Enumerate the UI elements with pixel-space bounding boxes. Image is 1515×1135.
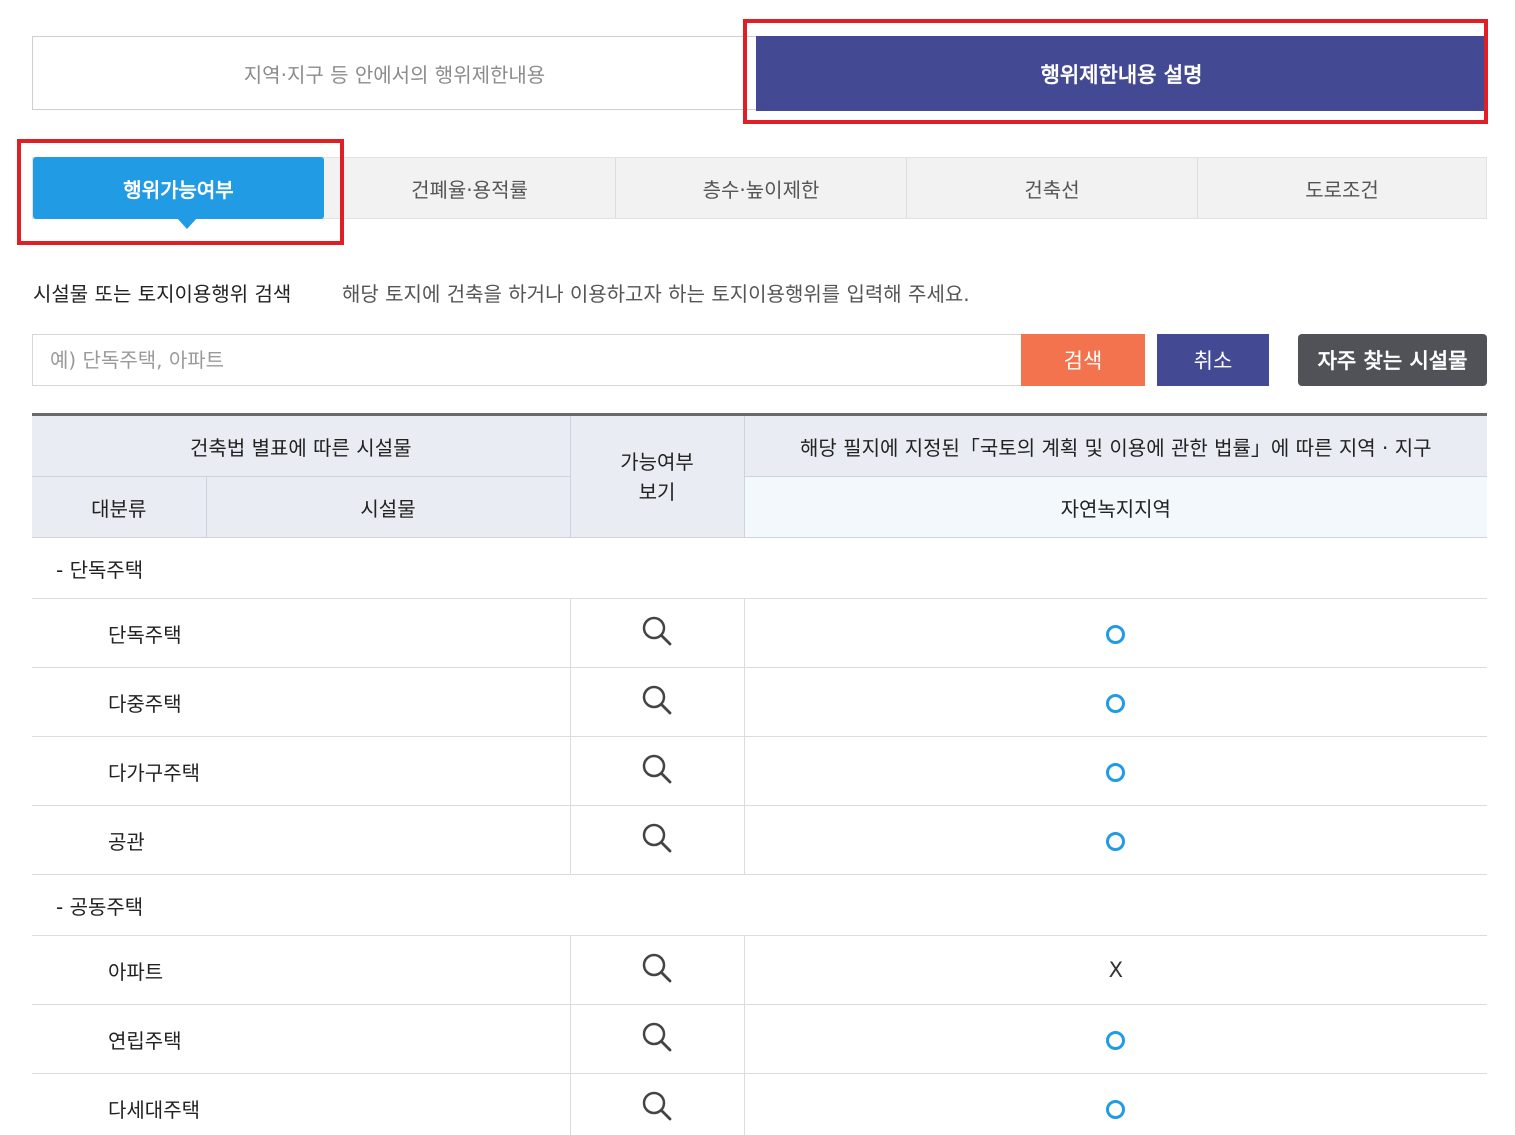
search-button[interactable]: 검색 xyxy=(1021,334,1145,386)
sub-tab-height-limit[interactable]: 층수·높이제한 xyxy=(615,158,906,218)
possible-circle-icon xyxy=(1106,832,1126,851)
view-cell[interactable] xyxy=(569,736,745,806)
header-zone: 해당 필지에 지정된「국토의 계획 및 이용에 관한 법률」에 따른 지역 · … xyxy=(743,413,1488,477)
magnifier-icon[interactable] xyxy=(641,615,673,652)
view-cell[interactable] xyxy=(569,667,745,737)
facility-name: 공관 xyxy=(32,805,571,875)
header-possible-view: 가능여부 보기 xyxy=(569,413,745,538)
facility-name: 단독주택 xyxy=(32,598,571,668)
table-row: 단독주택 xyxy=(32,598,1488,668)
possible-circle-icon xyxy=(1106,763,1126,782)
table-row: 아파트 X xyxy=(32,935,1488,1005)
search-label: 시설물 또는 토지이용행위 검색 xyxy=(33,282,292,306)
facility-table: 건축법 별표에 따른 시설물 가능여부 보기 해당 필지에 지정된「국토의 계획… xyxy=(32,413,1488,1135)
possible-circle-icon xyxy=(1106,1031,1126,1050)
facility-name: 아파트 xyxy=(32,935,571,1005)
sub-tab-coverage-ratio[interactable]: 건폐율·용적률 xyxy=(324,158,615,218)
magnifier-icon[interactable] xyxy=(641,822,673,859)
not-possible-mark: X xyxy=(1108,958,1123,982)
magnifier-icon[interactable] xyxy=(641,684,673,721)
frequent-facilities-button[interactable]: 자주 찾는 시설물 xyxy=(1298,334,1487,386)
facility-name: 다중주택 xyxy=(32,667,571,737)
result-cell xyxy=(743,1073,1488,1135)
table-row: 공관 xyxy=(32,805,1488,875)
result-cell xyxy=(743,736,1488,806)
result-cell: X xyxy=(743,935,1488,1005)
header-item: 시설물 xyxy=(205,476,571,538)
header-category: 대분류 xyxy=(32,476,206,538)
possible-circle-icon xyxy=(1106,1100,1126,1119)
magnifier-icon[interactable] xyxy=(641,1021,673,1058)
sub-tab-building-line[interactable]: 건축선 xyxy=(906,158,1197,218)
table-row: 다가구주택 xyxy=(32,736,1488,806)
highlight-box xyxy=(743,19,1488,124)
search-help-text: 해당 토지에 건축을 하거나 이용하고자 하는 토지이용행위를 입력해 주세요. xyxy=(342,282,970,306)
result-cell xyxy=(743,667,1488,737)
header-zone-name: 자연녹지지역 xyxy=(743,476,1488,538)
search-input[interactable] xyxy=(32,334,1022,386)
magnifier-icon[interactable] xyxy=(641,753,673,790)
view-cell[interactable] xyxy=(569,805,745,875)
magnifier-icon[interactable] xyxy=(641,952,673,989)
table-row: 다중주택 xyxy=(32,667,1488,737)
category-label: - 공동주택 xyxy=(32,874,1488,936)
cancel-button[interactable]: 취소 xyxy=(1157,334,1269,386)
facility-name: 다가구주택 xyxy=(32,736,571,806)
category-row: - 단독주택 xyxy=(32,537,1488,599)
highlight-box xyxy=(17,139,344,245)
view-cell[interactable] xyxy=(569,935,745,1005)
facility-name: 연립주택 xyxy=(32,1004,571,1074)
view-cell[interactable] xyxy=(569,1073,745,1135)
sub-tab-road-condition[interactable]: 도로조건 xyxy=(1197,158,1486,218)
table-row: 연립주택 xyxy=(32,1004,1488,1074)
view-cell[interactable] xyxy=(569,1004,745,1074)
category-label: - 단독주택 xyxy=(32,537,1488,599)
result-cell xyxy=(743,805,1488,875)
view-cell[interactable] xyxy=(569,598,745,668)
facility-name: 다세대주택 xyxy=(32,1073,571,1135)
possible-circle-icon xyxy=(1106,625,1126,644)
possible-circle-icon xyxy=(1106,694,1126,713)
magnifier-icon[interactable] xyxy=(641,1090,673,1127)
header-facility: 건축법 별표에 따른 시설물 xyxy=(32,413,571,477)
tab-restriction-content[interactable]: 지역·지구 등 안에서의 행위제한내용 xyxy=(32,36,756,110)
category-row: - 공동주택 xyxy=(32,874,1488,936)
result-cell xyxy=(743,598,1488,668)
table-row: 다세대주택 xyxy=(32,1073,1488,1135)
result-cell xyxy=(743,1004,1488,1074)
